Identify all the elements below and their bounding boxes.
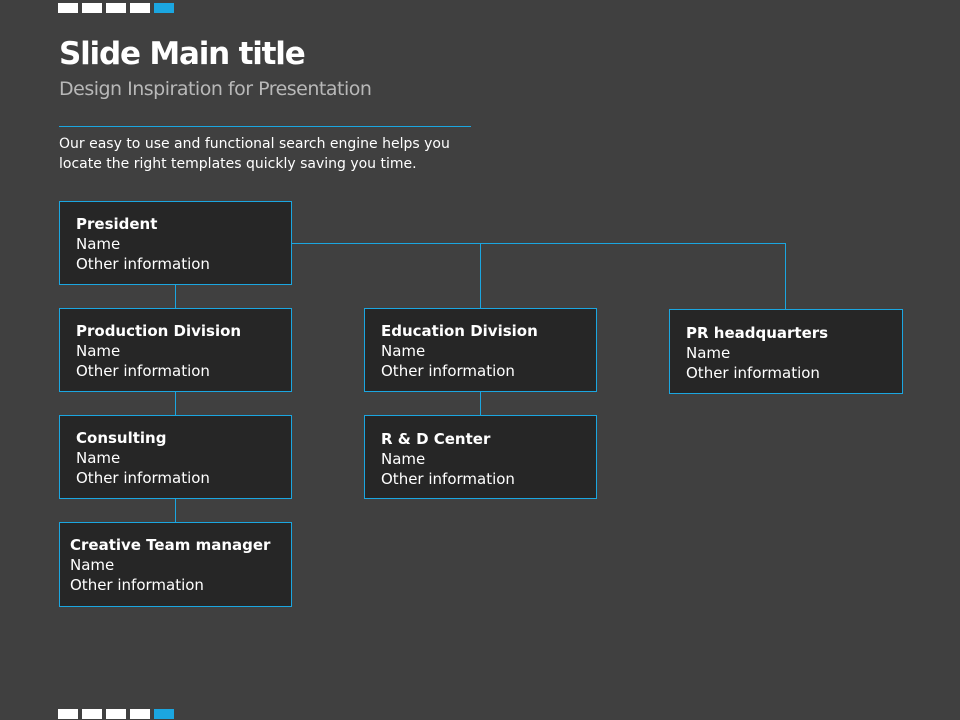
connector-president-branch	[291, 243, 786, 244]
node-role: Production Division	[76, 322, 242, 340]
decor-square	[106, 709, 126, 719]
org-node-consulting: Consulting Name Other information	[59, 415, 292, 499]
org-node-production-division: Production Division Name Other informati…	[59, 308, 292, 392]
node-role: R & D Center	[381, 430, 491, 448]
node-name: Name	[381, 342, 426, 360]
node-info: Other information	[686, 364, 820, 382]
top-decoration-squares	[58, 3, 174, 13]
decor-square	[58, 3, 78, 13]
node-role: Creative Team manager	[70, 536, 271, 554]
org-node-pr-headquarters: PR headquarters Name Other information	[669, 309, 903, 394]
node-role: Consulting	[76, 429, 167, 447]
decor-square	[106, 3, 126, 13]
bottom-decoration-squares	[58, 709, 174, 719]
node-role: PR headquarters	[686, 324, 829, 342]
decor-square	[82, 709, 102, 719]
node-info: Other information	[76, 362, 210, 380]
node-name: Name	[76, 235, 121, 253]
node-info: Other information	[381, 470, 515, 488]
node-role: Education Division	[381, 322, 538, 340]
decor-square	[58, 709, 78, 719]
description-line: Our easy to use and functional search en…	[59, 136, 450, 152]
org-node-president: President Name Other information	[59, 201, 292, 285]
node-role: President	[76, 215, 158, 233]
node-info: Other information	[76, 469, 210, 487]
node-name: Name	[70, 556, 115, 574]
connector-to-education	[480, 243, 481, 309]
slide-title: Slide Main title	[59, 36, 306, 72]
node-info: Other information	[70, 576, 204, 594]
node-name: Name	[76, 449, 121, 467]
title-divider	[59, 126, 471, 127]
org-node-creative-team-manager: Creative Team manager Name Other informa…	[59, 522, 292, 607]
description-line: locate the right templates quickly savin…	[59, 156, 417, 172]
connector-to-rnd	[480, 391, 481, 416]
decor-square	[82, 3, 102, 13]
node-name: Name	[381, 450, 426, 468]
node-info: Other information	[76, 255, 210, 273]
decor-square-accent	[154, 709, 174, 719]
slide-description: Our easy to use and functional search en…	[59, 134, 479, 174]
decor-square	[130, 3, 150, 13]
node-name: Name	[76, 342, 121, 360]
connector-to-consulting	[175, 391, 176, 416]
node-name: Name	[686, 344, 731, 362]
slide-subtitle: Design Inspiration for Presentation	[59, 78, 372, 100]
connector-to-creative	[175, 498, 176, 523]
connector-to-pr	[785, 243, 786, 310]
org-node-rnd-center: R & D Center Name Other information	[364, 415, 597, 499]
decor-square	[130, 709, 150, 719]
connector-to-production	[175, 284, 176, 309]
org-node-education-division: Education Division Name Other informatio…	[364, 308, 597, 392]
node-info: Other information	[381, 362, 515, 380]
decor-square-accent	[154, 3, 174, 13]
